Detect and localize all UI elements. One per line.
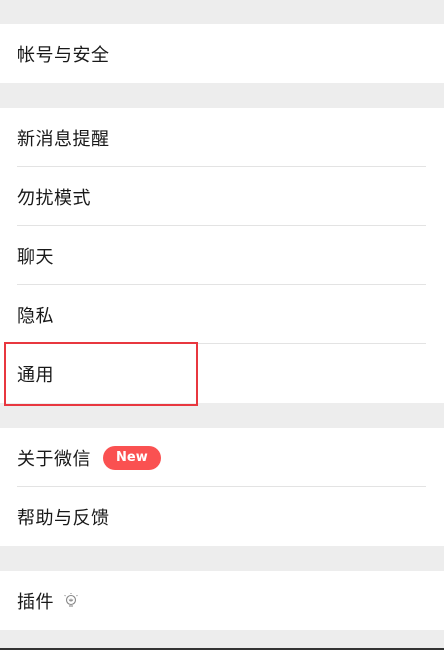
general-settings-group: 新消息提醒 勿扰模式 聊天 隐私 通用 <box>0 108 444 403</box>
do-not-disturb-row[interactable]: 勿扰模式 <box>0 167 444 226</box>
plugins-group: 插件 <box>0 571 444 630</box>
new-badge: New <box>103 445 161 470</box>
help-feedback-label: 帮助与反馈 <box>17 507 110 529</box>
account-security-label: 帐号与安全 <box>17 44 110 66</box>
plugins-label: 插件 <box>17 591 54 613</box>
chat-row[interactable]: 聊天 <box>0 226 444 285</box>
about-wechat-label: 关于微信 <box>17 448 91 470</box>
account-security-row[interactable]: 帐号与安全 <box>0 24 444 83</box>
chat-label: 聊天 <box>17 246 54 268</box>
account-group: 帐号与安全 <box>0 24 444 83</box>
new-message-notification-row[interactable]: 新消息提醒 <box>0 108 444 167</box>
settings-page: 帐号与安全 新消息提醒 勿扰模式 聊天 隐私 通用 关于微信 New 帮助与反馈… <box>0 0 444 650</box>
about-group: 关于微信 New 帮助与反馈 <box>0 428 444 546</box>
new-message-notification-label: 新消息提醒 <box>17 128 110 150</box>
plugins-row[interactable]: 插件 <box>0 571 444 630</box>
general-label: 通用 <box>17 364 54 386</box>
about-wechat-row[interactable]: 关于微信 New <box>0 428 444 487</box>
plugin-bulb-icon <box>64 592 78 609</box>
privacy-label: 隐私 <box>17 305 54 327</box>
help-feedback-row[interactable]: 帮助与反馈 <box>0 487 444 546</box>
do-not-disturb-label: 勿扰模式 <box>17 187 91 209</box>
general-row[interactable]: 通用 <box>0 344 444 403</box>
privacy-row[interactable]: 隐私 <box>0 285 444 344</box>
